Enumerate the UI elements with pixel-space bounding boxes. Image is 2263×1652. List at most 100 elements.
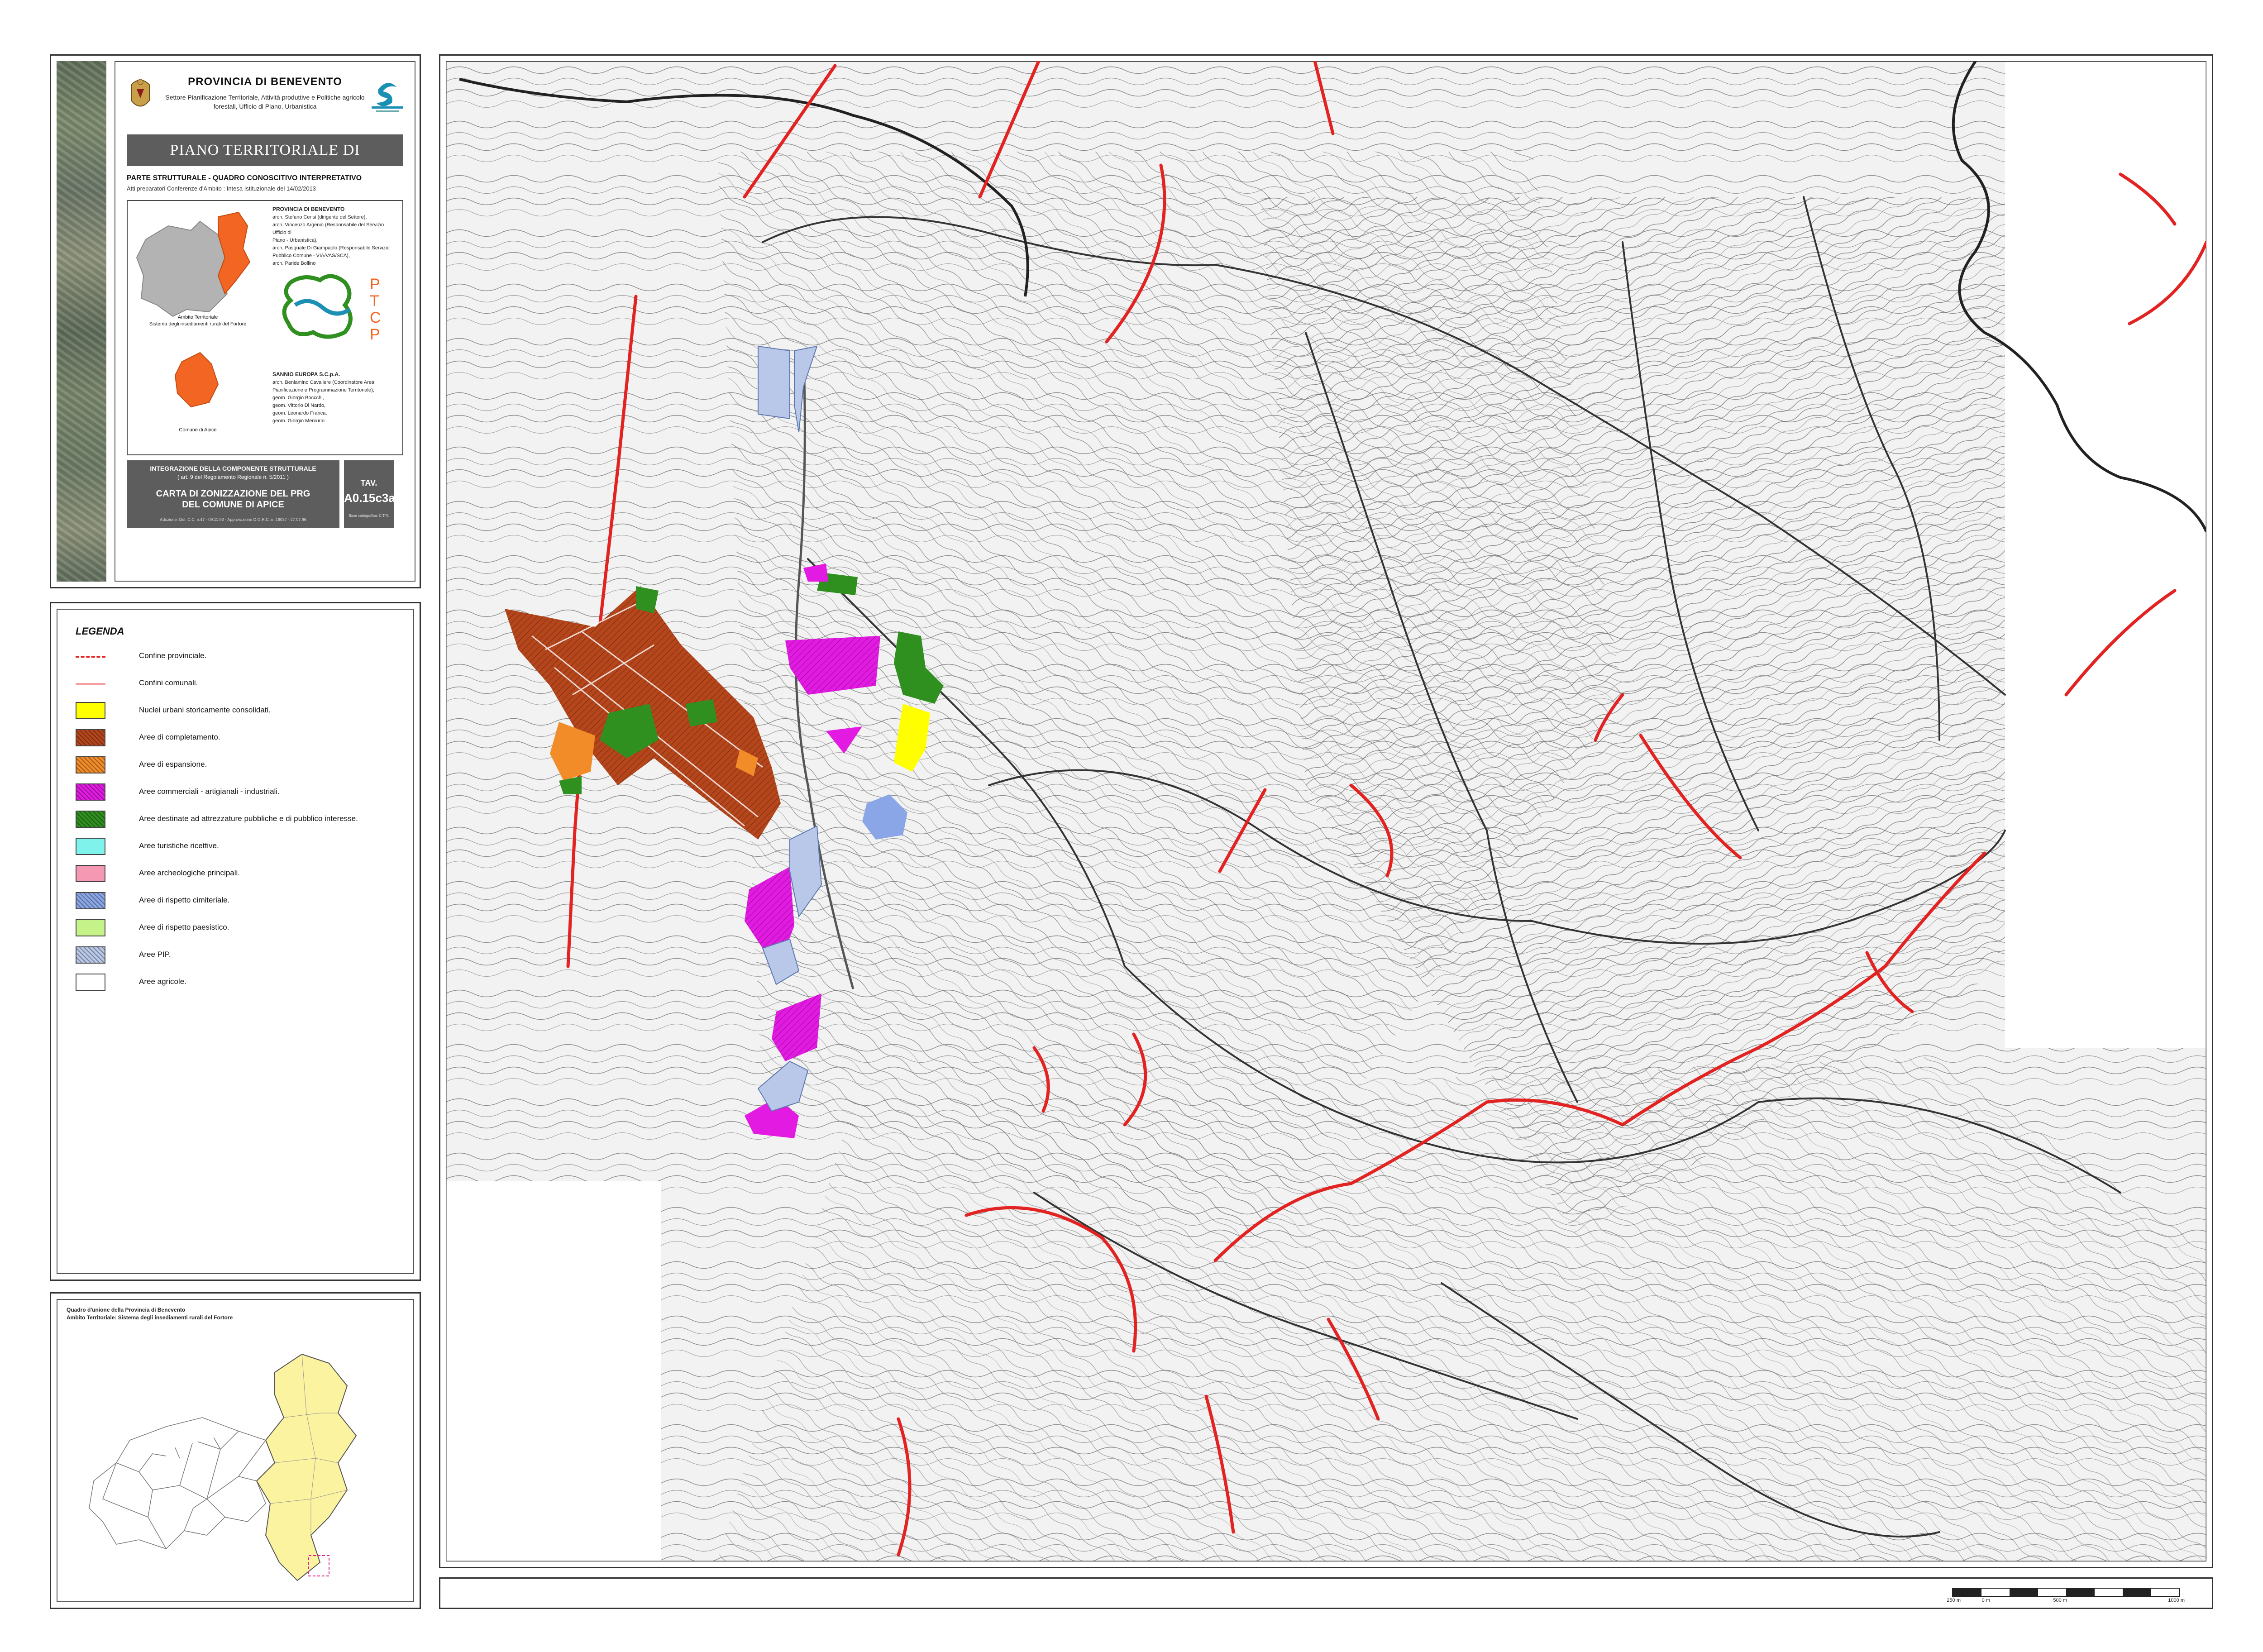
credits-line: geom. Leonardo Franca, [272, 411, 327, 416]
credits-province: PROVINCIA DI BENEVENTO arch. Stefano Cer… [272, 205, 397, 267]
blank-sheet-area [2005, 61, 2206, 1048]
legend-swatch [76, 919, 105, 936]
ptcp-letter: P [370, 326, 380, 343]
legend-item: Aree di rispetto paesistico. [76, 917, 420, 938]
part-subtitle: Atti preparatori Conferenze d'Ambito : I… [127, 185, 316, 192]
ptcp-letter: P [370, 276, 380, 293]
legend-swatch [76, 756, 105, 773]
legend-swatch [76, 702, 105, 719]
topographic-map[interactable] [446, 61, 2206, 1561]
credits-line: geom. Vittorio Di Nardo, [272, 403, 326, 408]
legend-label: Aree archeologiche principali. [139, 869, 240, 877]
plan-name-banner: PIANO TERRITORIALE DI COORDINAMENTO PROV… [127, 134, 403, 190]
integration-line-2: ( art. 9 del Regolamento Regionale n. 5/… [177, 474, 289, 480]
credits-province-title: PROVINCIA DI BENEVENTO [272, 206, 345, 212]
legend-line-swatch [76, 656, 105, 658]
legend-swatch [76, 729, 105, 746]
legend-label: Aree agricole. [139, 977, 186, 986]
part-title: PARTE STRUTTURALE - QUADRO CONOSCITIVO I… [127, 174, 362, 182]
sannio-europa-logo-icon [372, 83, 403, 112]
legend-line-swatch [76, 683, 105, 685]
legend-item: Aree PIP. [76, 945, 420, 965]
province-overview-map [89, 1353, 357, 1581]
inset-caption-ambito-2: Sistema degli insediamenti rurali del Fo… [149, 321, 247, 327]
legend-label: Aree di espansione. [139, 760, 207, 769]
legend-item: Aree di espansione. [76, 754, 420, 775]
legend-label: Nuclei urbani storicamente consolidati. [139, 706, 271, 714]
integration-banner: INTEGRAZIONE DELLA COMPONENTE STRUTTURAL… [127, 460, 339, 528]
legend-item: Aree agricole. [76, 972, 420, 993]
map-title: CARTA DI ZONIZZAZIONE DEL PRG DEL COMUNE… [131, 488, 335, 510]
overview-inner: Quadro d'unione della Provincia di Benev… [57, 1299, 414, 1602]
ptcp-letter: C [370, 309, 381, 326]
overview-title-line-2: Ambito Territoriale: Sistema degli insed… [67, 1314, 233, 1321]
legend-swatch [76, 974, 105, 991]
legend-item: Confine provinciale. [76, 646, 420, 667]
credits-line: arch. Beniamino Cavaliere (Coordinatore … [272, 380, 375, 385]
legend-item: Aree turistiche ricettive. [76, 836, 420, 857]
legend-label: Aree PIP. [139, 950, 171, 959]
legend-label: Aree destinate ad attrezzature pubbliche… [139, 814, 358, 823]
title-block-panel: PROVINCIA DI BENEVENTO Settore Pianifica… [50, 54, 421, 588]
ptcp-letter: T [370, 292, 379, 310]
scale-strip: 250 m 0 m 500 m 1000 m [439, 1577, 2213, 1609]
legend-label: Confini comunali. [139, 678, 198, 687]
scale-label: 250 m [1947, 1598, 1961, 1603]
inset-caption-comune: Comune di Apice [179, 427, 217, 433]
credits-sannio-title: SANNIO EUROPA S.C.p.A. [272, 371, 340, 377]
legend-label: Aree di rispetto cimiteriale. [139, 896, 230, 904]
credits-line: Pianificazione e Programmazione Territor… [272, 387, 374, 393]
legend-label: Aree di completamento. [139, 733, 220, 741]
scale-label: 1000 m [2168, 1598, 2185, 1603]
scale-label: 0 m [1981, 1598, 1990, 1603]
zone-pip [758, 345, 790, 420]
credits-line: arch. Pasquale Di Giampaolo (Responsabil… [272, 245, 390, 251]
credits-line: Pubblico Comune - VIA/VAS/SCA), [272, 253, 350, 258]
overview-title: Quadro d'unione della Provincia di Benev… [67, 1306, 233, 1322]
legend-item: Confini comunali. [76, 673, 420, 694]
legend-item: Aree archeologiche principali. [76, 863, 420, 884]
overview-panel: Quadro d'unione della Provincia di Benev… [50, 1292, 421, 1609]
zone-attrezzature [686, 699, 717, 726]
fortore-ambito-highlight [256, 1353, 357, 1581]
legend-item: Aree di completamento. [76, 727, 420, 748]
legend-item: Nuclei urbani storicamente consolidati. [76, 700, 420, 721]
credits-line: geom. Giorgio Mercurio [272, 418, 325, 424]
legend-swatch [76, 946, 105, 964]
credits-sannio: SANNIO EUROPA S.C.p.A. arch. Beniamino C… [272, 371, 397, 425]
credits-line: Piano - Urbanistica), [272, 238, 318, 243]
scale-label: 500 m [2053, 1598, 2067, 1603]
tav-box: TAV. A0.15c3a Base cartografica: C.T.R. [344, 460, 395, 528]
legend-label: Aree commerciali - artigianali - industr… [139, 787, 280, 796]
approval-note: Adozione: Del. C.C. n.47 - 09.11.93 - Ap… [160, 517, 306, 522]
scale-bar [1952, 1588, 2180, 1597]
tav-number: A0.15c3a [344, 491, 395, 505]
map-title-line-2: DEL COMUNE DI APICE [182, 500, 284, 510]
department-subtitle: Settore Pianificazione Territoriale, Att… [165, 94, 365, 110]
credits-line: geom. Giorgio Boccchi, [272, 395, 324, 401]
legend-label: Aree turistiche ricettive. [139, 841, 219, 850]
ptcp-logo-icon: P T C P [282, 274, 381, 343]
main-map-frame[interactable] [439, 54, 2213, 1568]
title-block-inner: PROVINCIA DI BENEVENTO Settore Pianifica… [115, 61, 415, 582]
credits-line: arch. Vincenzo Argenio (Responsabile del… [272, 222, 384, 235]
tav-small: Base cartografica: C.T.R. [349, 514, 389, 518]
credits-line: arch. Paride Bollino [272, 261, 316, 266]
satellite-image-strip [57, 61, 106, 582]
legend-swatch [76, 838, 105, 855]
credits-line: arch. Stefano Cerisi (dirigente del Sett… [272, 215, 367, 220]
integration-line-1: INTEGRAZIONE DELLA COMPONENTE STRUTTURAL… [150, 465, 316, 472]
legend-inner: LEGENDA Confine provinciale. Confini comu… [57, 609, 414, 1274]
tav-label: TAV. [360, 478, 377, 487]
credits-box: Ambito Territoriale Sistema degli insedi… [127, 200, 403, 455]
legend-item: Aree destinate ad attrezzature pubbliche… [76, 809, 420, 830]
legend-swatch [76, 892, 105, 909]
legend-label: Confine provinciale. [139, 651, 207, 660]
legend-label: Aree di rispetto paesistico. [139, 923, 229, 931]
blank-sheet-area [446, 1181, 661, 1561]
overview-title-line-1: Quadro d'unione della Provincia di Benev… [67, 1307, 186, 1313]
legend-swatch [76, 783, 105, 801]
legend-title: LEGENDA [76, 625, 124, 637]
inset-caption-ambito-1: Ambito Territoriale [177, 315, 218, 320]
legend-swatch [76, 865, 105, 882]
